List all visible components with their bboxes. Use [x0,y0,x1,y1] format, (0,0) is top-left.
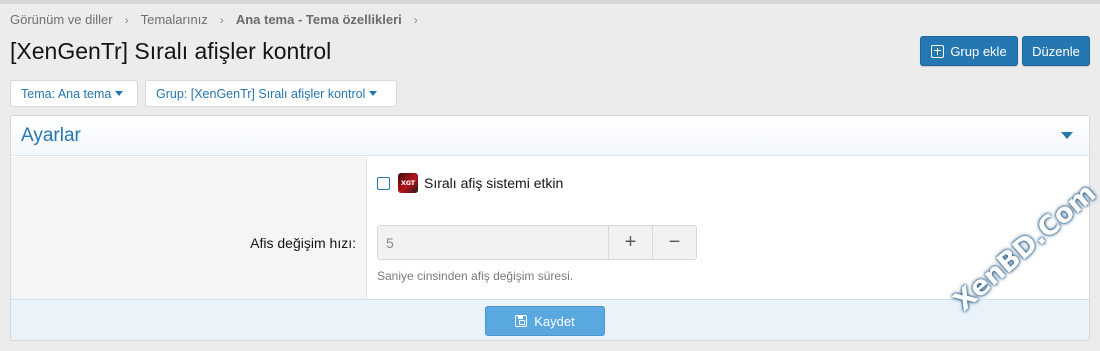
plus-square-icon [931,44,945,58]
breadcrumb-styles[interactable]: Temalarınız [141,12,208,27]
chevron-right-icon: › [219,12,224,27]
enable-rotation-checkbox[interactable] [377,176,390,190]
form-body: Afis değişim hızı: XGT Sıralı afiş siste… [11,157,1089,299]
chevron-right-icon: › [413,12,418,27]
settings-panel: Ayarlar Afis değişim hızı: XGT Sıralı af… [10,115,1090,341]
decrement-button[interactable]: − [652,226,696,259]
top-bar [0,0,1100,4]
group-filter-label: Grup: [XenGenTr] Sıralı afişler kontrol [156,86,366,101]
minus-icon: − [668,231,681,253]
save-button[interactable]: Kaydet [485,306,605,336]
addon-logo-icon: XGT [398,173,418,193]
save-label: Kaydet [534,313,575,329]
label-column: Afis değişim hızı: [11,157,367,299]
group-filter-dropdown[interactable]: Grup: [XenGenTr] Sıralı afişler kontrol [145,80,397,107]
add-group-button[interactable]: Grup ekle [920,36,1018,66]
page-title: [XenGenTr] Sıralı afişler kontrol [10,38,332,64]
breadcrumb: Görünüm ve diller › Temalarınız › Ana te… [10,12,430,27]
panel-header[interactable]: Ayarlar [11,116,1089,156]
enable-rotation-checkbox-row[interactable]: XGT Sıralı afiş sistemi etkin [377,173,563,193]
edit-label: Düzenle [1032,43,1080,59]
edit-button[interactable]: Düzenle [1022,36,1090,66]
collapse-caret-icon[interactable] [1061,132,1073,139]
add-group-label: Grup ekle [950,43,1007,59]
theme-filter-dropdown[interactable]: Tema: Ana tema [10,80,138,107]
input-column: XGT Sıralı afiş sistemi etkin 5 + − Sani… [367,157,1089,299]
save-icon [515,315,528,327]
speed-field-hint: Saniye cinsinden afiş değişim süresi. [377,269,574,283]
enable-rotation-label: Sıralı afiş sistemi etkin [424,175,564,191]
plus-icon: + [624,231,637,253]
increment-button[interactable]: + [608,226,652,259]
form-footer: Kaydet [11,299,1089,340]
caret-down-icon [115,91,124,96]
chevron-right-icon: › [124,12,129,27]
theme-filter-label: Tema: Ana tema [21,86,112,101]
speed-stepper: 5 + − [377,225,697,260]
speed-input[interactable]: 5 [378,226,608,259]
panel-title: Ayarlar [21,124,81,146]
caret-down-icon [369,91,378,96]
speed-field-label: Afis değişim hızı: [250,235,356,251]
breadcrumb-appearance[interactable]: Görünüm ve diller [10,12,113,27]
breadcrumb-style-properties[interactable]: Ana tema - Tema özellikleri [236,12,402,27]
